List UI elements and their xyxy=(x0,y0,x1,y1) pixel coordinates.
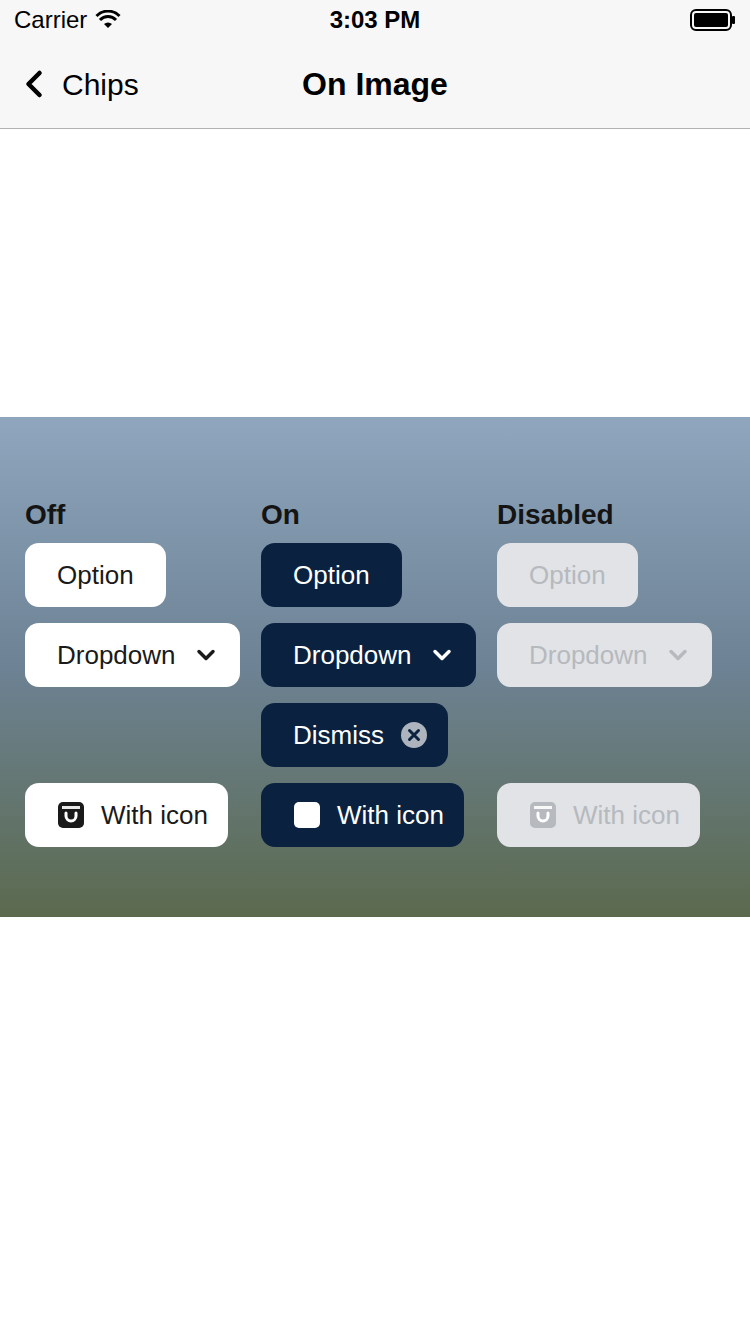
chevron-down-icon xyxy=(664,641,692,669)
column-label: Disabled xyxy=(497,497,733,533)
nav-bar: Chips On Image xyxy=(0,40,750,128)
option-chip[interactable]: Option xyxy=(261,543,402,607)
back-button[interactable]: Chips xyxy=(0,62,139,107)
dismiss-chip[interactable]: Dismiss xyxy=(261,703,448,767)
nav-title: On Image xyxy=(200,60,550,108)
column-label: Off xyxy=(25,497,261,533)
battery-icon xyxy=(690,9,736,31)
icon-chip: With icon xyxy=(497,783,700,847)
icon-row: With icon With icon With icon xyxy=(25,783,750,847)
wifi-icon xyxy=(95,10,121,30)
chip-label: Dropdown xyxy=(293,639,412,671)
chip-label: Option xyxy=(529,559,606,591)
chevron-left-icon xyxy=(12,62,56,106)
option-chip: Option xyxy=(497,543,638,607)
icon-chip[interactable]: With icon xyxy=(25,783,228,847)
chevron-down-icon xyxy=(192,641,220,669)
dropdown-chip[interactable]: Dropdown xyxy=(261,623,476,687)
carrier: Carrier xyxy=(14,2,87,38)
chip-label: Dropdown xyxy=(529,639,648,671)
option-row: Option Option Option xyxy=(25,543,750,607)
top-bars: Carrier 3:03 PM Chips On Image xyxy=(0,0,750,129)
bag-icon xyxy=(293,801,321,829)
chip-label: With icon xyxy=(101,799,208,831)
option-chip[interactable]: Option xyxy=(25,543,166,607)
photo-panel: OffOnDisabledOptionOptionOptionDropdownD… xyxy=(0,417,750,917)
bag-icon xyxy=(57,801,85,829)
chip-label: With icon xyxy=(573,799,680,831)
bag-icon xyxy=(529,801,557,829)
dropdown-chip: Dropdown xyxy=(497,623,712,687)
app: Carrier 3:03 PM Chips On Image OffOnDisabled… xyxy=(0,0,750,1334)
chip-label: Option xyxy=(293,559,370,591)
chevron-down-icon xyxy=(428,641,456,669)
dismiss-row: Dismiss xyxy=(25,703,750,767)
column-label: On xyxy=(261,497,497,533)
chip-label: Dismiss xyxy=(293,719,384,751)
time: 3:03 PM xyxy=(330,2,421,38)
chip-label: With icon xyxy=(337,799,444,831)
spacer xyxy=(0,129,750,417)
icon-chip[interactable]: With icon xyxy=(261,783,464,847)
dropdown-row: Dropdown Dropdown Dropdown xyxy=(25,623,750,687)
chip-label: Dropdown xyxy=(57,639,176,671)
dismiss-icon[interactable] xyxy=(400,721,428,749)
chip-label: Option xyxy=(57,559,134,591)
status-bar: Carrier 3:03 PM xyxy=(0,0,750,40)
dropdown-chip[interactable]: Dropdown xyxy=(25,623,240,687)
